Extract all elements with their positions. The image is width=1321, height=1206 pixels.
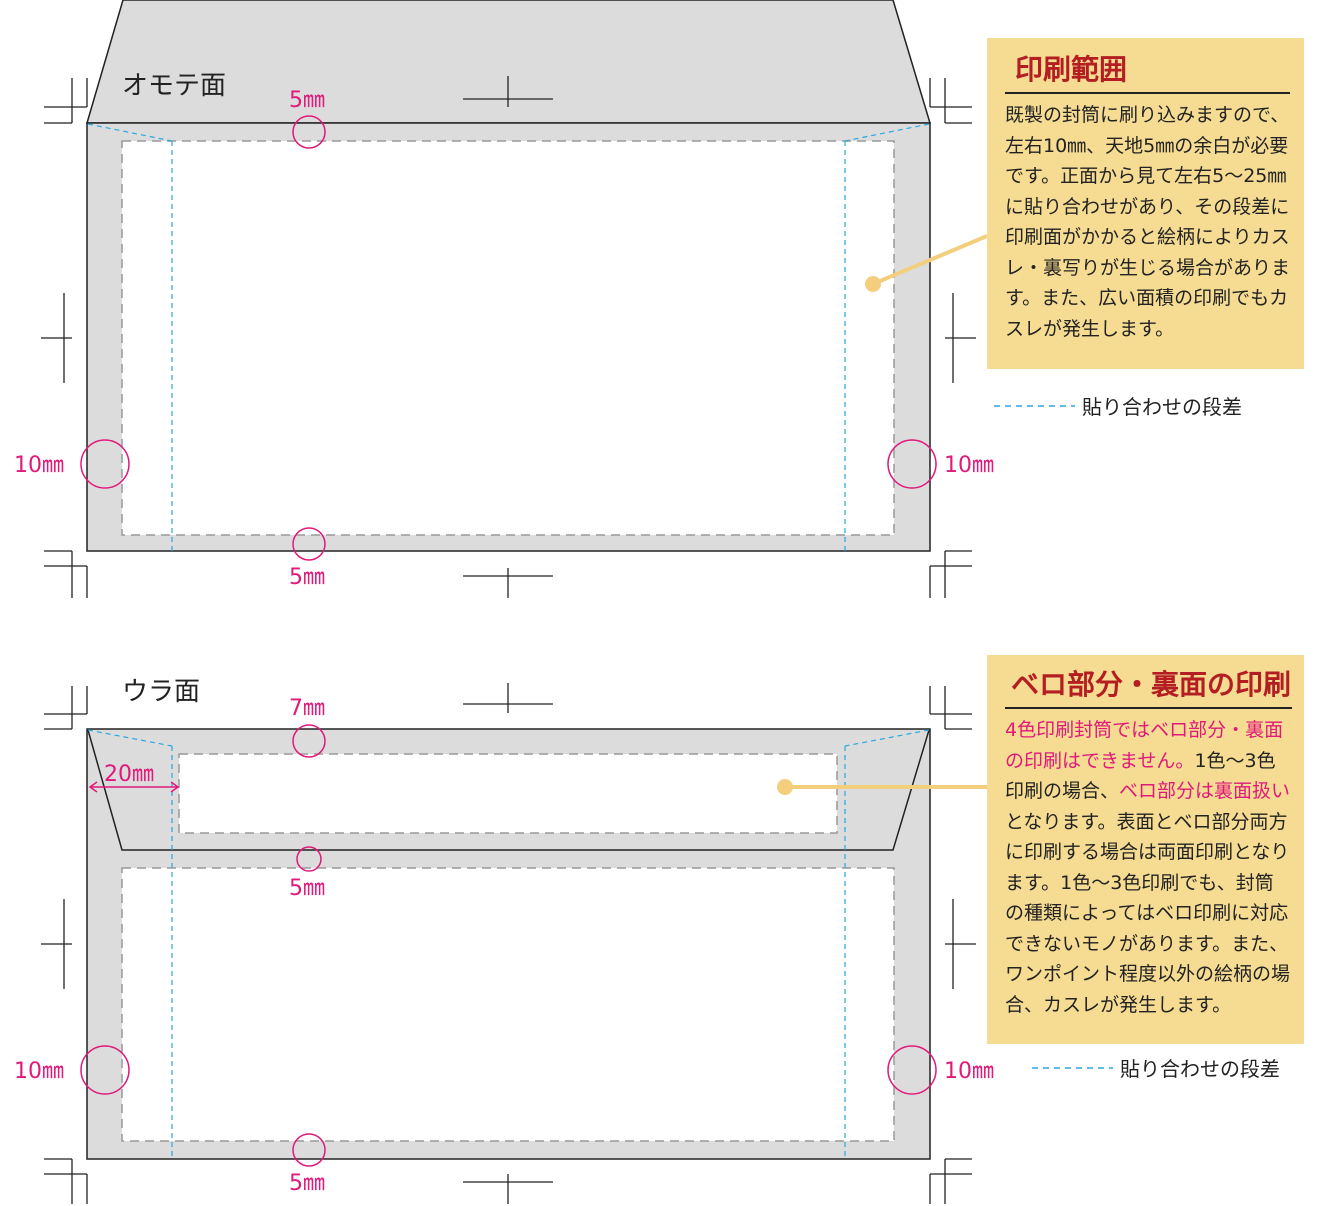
back-margin-bottom-label: 5㎜: [289, 1171, 325, 1196]
flap-back-print-note-title: ベロ部分・裏面の印刷: [1005, 663, 1292, 709]
back-flap-print-area: [178, 753, 838, 834]
back-face-label: ウラ面: [122, 677, 200, 707]
back-margin-left-label: 10㎜: [14, 1059, 64, 1084]
back-flap-top-label: 7㎜: [289, 696, 325, 721]
front-margin-left-label: 10㎜: [14, 453, 64, 478]
back-flap-side-label: 20㎜: [104, 762, 154, 787]
print-range-note-body: 既製の封筒に刷り込みますので、左右10㎜、天地5㎜の余白が必要です。正面から見て…: [1005, 104, 1291, 340]
back-margin-right-label: 10㎜: [944, 1059, 994, 1084]
flap-back-print-note-body: 4色印刷封筒ではベロ部分・裏面の印刷はできません。1色～3色印刷の場合、ベロ部分…: [1005, 715, 1292, 1020]
front-face-label: オモテ面: [122, 71, 226, 101]
back-legend-label: 貼り合わせの段差: [1120, 1057, 1280, 1081]
back-margin-mid-label: 5㎜: [289, 876, 325, 901]
print-range-note: 印刷範囲 既製の封筒に刷り込みますので、左右10㎜、天地5㎜の余白が必要です。正…: [987, 38, 1304, 369]
back-print-area: [121, 867, 895, 1142]
front-margin-right-label: 10㎜: [944, 453, 994, 478]
front-margin-bottom-label: 5㎜: [289, 565, 325, 590]
note2-text-2: となります。表面とベロ部分両方に印刷する場合は両面印刷となります。1色～3色印刷…: [1005, 810, 1291, 1016]
front-margin-top-label: 5㎜: [289, 88, 325, 113]
note2-pink-text-2: ベロ部分は裏面扱い: [1119, 780, 1291, 802]
print-range-note-title: 印刷範囲: [1005, 48, 1290, 94]
flap-back-print-note: ベロ部分・裏面の印刷 4色印刷封筒ではベロ部分・裏面の印刷はできません。1色～3…: [987, 655, 1304, 1044]
front-print-area: [121, 140, 895, 536]
front-legend-label: 貼り合わせの段差: [1082, 395, 1242, 419]
